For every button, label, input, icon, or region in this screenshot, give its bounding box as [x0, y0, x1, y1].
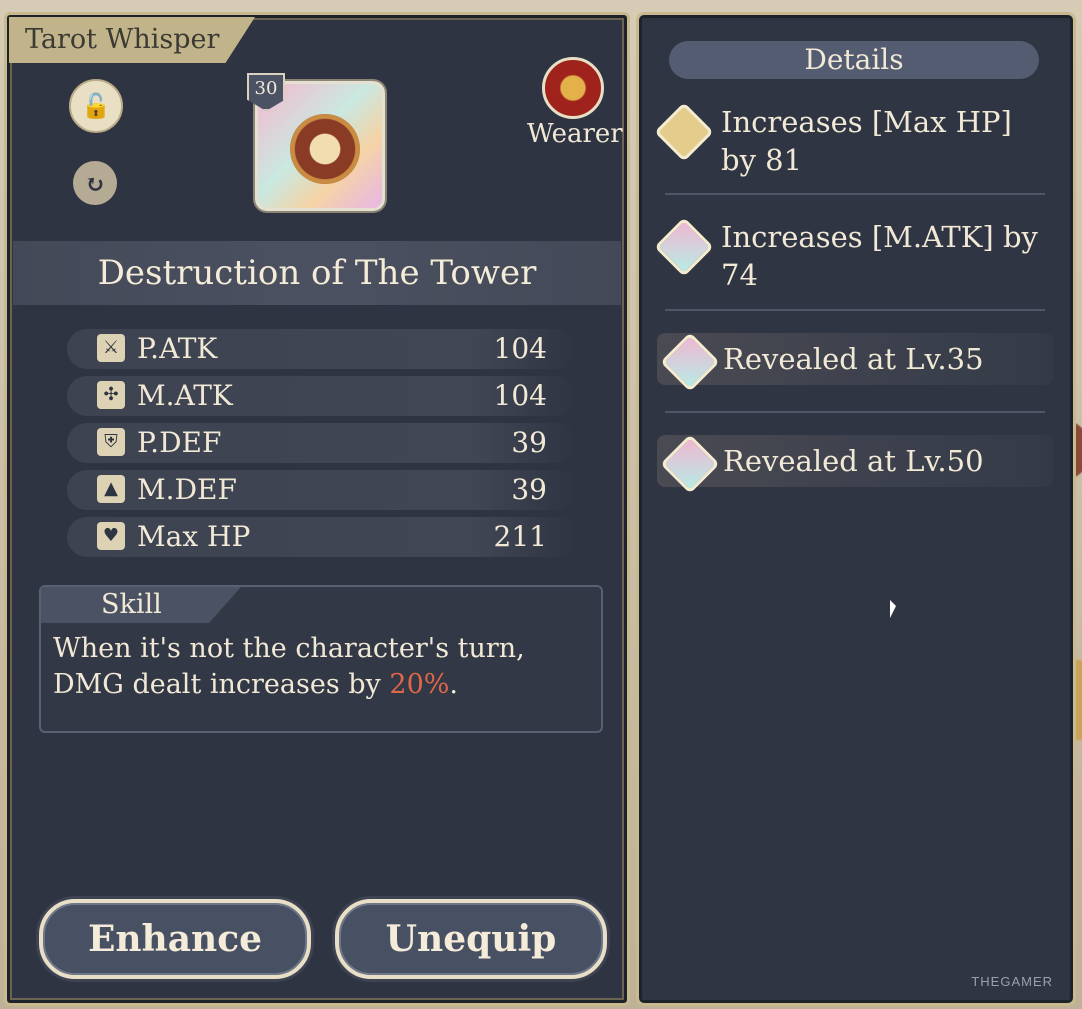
locked-detail-lv35: Revealed at Lv.35: [657, 332, 1053, 392]
skill-description: When it's not the character's turn, DMG …: [53, 631, 593, 703]
wearer-avatar[interactable]: [542, 57, 604, 119]
watermark: THEGAMER: [971, 974, 1053, 989]
pastel-gem-icon: [654, 217, 714, 277]
shield-icon: ⛨: [97, 428, 125, 456]
stat-label: P.ATK: [137, 332, 218, 365]
detail-text: Increases [M.ATK] by 74: [721, 220, 1038, 292]
pastel-gem-icon: [660, 434, 720, 494]
enhance-button[interactable]: Enhance: [39, 899, 311, 979]
card-name: Destruction of The Tower: [13, 241, 621, 305]
detail-text: Increases [Max HP] by 81: [721, 105, 1012, 177]
detail-text: Revealed at Lv.50: [723, 444, 984, 478]
lock-icon: 🔓: [81, 92, 111, 120]
locked-detail-lv50: Revealed at Lv.50: [657, 434, 1053, 494]
skill-label: Skill: [41, 587, 241, 623]
skill-text-after: .: [449, 669, 459, 700]
divider: [665, 411, 1045, 413]
detail-item-matk: Increases [M.ATK] by 74: [654, 217, 1049, 298]
divider: [665, 309, 1045, 311]
swap-button[interactable]: ↻: [73, 161, 117, 205]
staff-icon: ✣: [97, 381, 125, 409]
stat-label: M.DEF: [137, 473, 237, 506]
heart-icon: ♥: [97, 522, 125, 550]
gold-gem-icon: [654, 102, 714, 162]
stat-row-maxhp: ♥ Max HP 211: [67, 517, 577, 557]
details-panel: Details Increases [Max HP] by 81 Increas…: [636, 12, 1076, 1006]
wizard-hat-icon: ▲: [97, 475, 125, 503]
stat-label: Max HP: [137, 520, 251, 553]
panel-title: Tarot Whisper: [9, 17, 255, 63]
stats-list: ⚔ P.ATK 104 ✣ M.ATK 104 ⛨ P.DEF 39 ▲ M.D…: [67, 329, 577, 564]
tower-emblem-icon: [290, 114, 360, 184]
wearer-label: Wearer: [527, 119, 623, 149]
stat-label: P.DEF: [137, 426, 222, 459]
detail-item-maxhp: Increases [Max HP] by 81: [654, 102, 1049, 183]
stat-row-matk: ✣ M.ATK 104: [67, 376, 577, 416]
stat-value: 104: [493, 379, 547, 412]
mouse-cursor-icon: [890, 600, 896, 618]
unequip-button[interactable]: Unequip: [335, 899, 607, 979]
lock-button[interactable]: 🔓: [69, 79, 123, 133]
stat-value: 39: [511, 473, 547, 506]
tarot-card-panel: Tarot Whisper 🔓 ↻ 30 Wearer Destruction …: [4, 12, 630, 1006]
stat-value: 39: [511, 426, 547, 459]
stat-row-mdef: ▲ M.DEF 39: [67, 470, 577, 510]
sword-icon: ⚔: [97, 334, 125, 362]
skill-box: Skill When it's not the character's turn…: [39, 585, 603, 733]
stat-label: M.ATK: [137, 379, 233, 412]
divider: [665, 193, 1045, 195]
stat-value: 211: [493, 520, 547, 553]
swap-icon: ↻: [84, 168, 106, 198]
detail-text: Revealed at Lv.35: [723, 342, 984, 376]
pastel-gem-icon: [660, 332, 720, 392]
tarot-card-image: 30: [247, 73, 387, 213]
stat-row-patk: ⚔ P.ATK 104: [67, 329, 577, 369]
stat-value: 104: [493, 332, 547, 365]
skill-highlight-value: 20%: [389, 669, 450, 700]
stat-row-pdef: ⛨ P.DEF 39: [67, 423, 577, 463]
details-header: Details: [669, 41, 1039, 79]
